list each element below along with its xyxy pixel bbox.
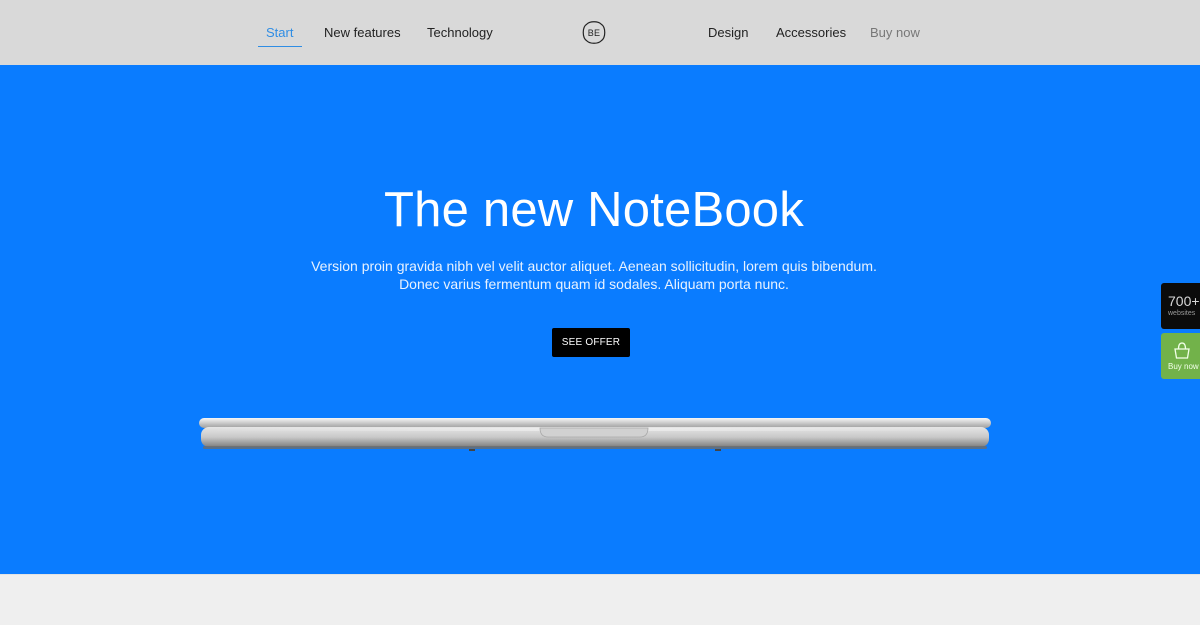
nav-accessories[interactable]: Accessories (776, 0, 846, 65)
nav-technology[interactable]: Technology (427, 0, 493, 65)
hero-subtitle-line-1: Version proin gravida nibh vel velit auc… (311, 258, 877, 274)
websites-count-widget[interactable]: 700+ websites (1161, 283, 1200, 329)
hero-title: The new NoteBook (384, 183, 804, 237)
buy-now-label: Buy now (1168, 362, 1199, 371)
websites-label: websites (1168, 310, 1196, 317)
active-nav-indicator (258, 46, 302, 47)
nav-start[interactable]: Start (266, 0, 293, 65)
buy-now-widget[interactable]: Buy now (1161, 333, 1200, 379)
notebook-product-image (199, 418, 991, 451)
next-section-placeholder (0, 574, 1200, 625)
logo-text: BE (587, 27, 601, 38)
shopping-bag-icon (1174, 342, 1190, 359)
see-offer-button[interactable]: SEE OFFER (552, 328, 630, 357)
nav-new-features[interactable]: New features (324, 0, 401, 65)
nav-design[interactable]: Design (708, 0, 748, 65)
hero-section: The new NoteBook Version proin gravida n… (0, 65, 1200, 574)
websites-count: 700+ (1168, 293, 1200, 309)
hero-subtitle: Version proin gravida nibh vel velit auc… (0, 257, 1188, 293)
top-navigation: Start New features Technology BE Design … (0, 0, 1200, 65)
hero-subtitle-line-2: Donec varius fermentum quam id sodales. … (399, 276, 789, 292)
nav-buy-now[interactable]: Buy now (870, 0, 920, 65)
brand-logo[interactable]: BE (581, 20, 607, 45)
